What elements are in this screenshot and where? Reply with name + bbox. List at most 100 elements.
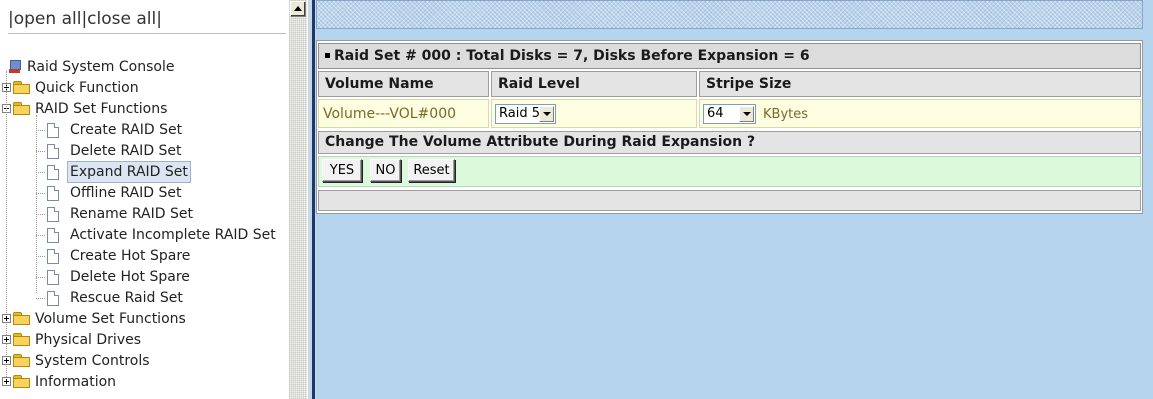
no-button[interactable]: NO — [370, 159, 401, 182]
tree-item-information[interactable]: Information — [0, 372, 280, 392]
col-header-volume-name: Volume Name — [318, 71, 489, 97]
plus-box-icon[interactable] — [2, 335, 11, 344]
tree-line — [36, 277, 45, 278]
tree-item-volume-set-functions[interactable]: Volume Set Functions — [0, 309, 280, 329]
tree-line — [36, 235, 45, 236]
document-icon — [47, 207, 59, 222]
tree-controls: |open all|close all| — [0, 0, 288, 34]
panel-footer — [318, 190, 1141, 211]
tree-item-rename-raid-set[interactable]: Rename RAID Set — [36, 204, 286, 224]
volume-name-value: Volume---VOL#000 — [323, 106, 457, 122]
tree-root-label: Raid System Console — [27, 59, 175, 75]
raid-console-icon — [9, 60, 21, 73]
arrow-up-icon — [294, 6, 302, 11]
document-icon — [47, 228, 59, 243]
frame-splitter[interactable] — [307, 0, 316, 399]
col-header-label: Stripe Size — [706, 76, 792, 92]
col-header-raid-level: Raid Level — [491, 71, 697, 97]
chevron-down-icon[interactable] — [739, 106, 754, 122]
document-icon — [47, 123, 59, 138]
tree-item-label: System Controls — [35, 353, 150, 369]
col-header-label: Volume Name — [325, 76, 434, 92]
stripe-size-unit: KBytes — [763, 107, 809, 122]
reset-button[interactable]: Reset — [408, 159, 455, 182]
tree-item-create-raid-set[interactable]: Create RAID Set — [36, 120, 286, 140]
tree-item-label: Create Hot Spare — [70, 248, 191, 264]
raid-set-title-text: Raid Set # 000 : Total Disks = 7, Disks … — [334, 48, 810, 64]
vertical-scrollbar[interactable] — [289, 0, 307, 399]
stripe-size-value: 64 — [707, 106, 724, 121]
close-all-link[interactable]: close all — [87, 9, 156, 29]
top-banner — [316, 0, 1143, 29]
tree-item-label: Offline RAID Set — [70, 185, 182, 201]
tree-line — [36, 256, 45, 257]
raid-level-cell: Raid 5 — [491, 99, 697, 128]
raid-level-select[interactable]: Raid 5 — [495, 104, 556, 124]
tree-item-label: Information — [35, 374, 117, 390]
raid-set-title: Raid Set # 000 : Total Disks = 7, Disks … — [318, 43, 1141, 69]
tree-item-quick-function[interactable]: Quick Function — [0, 78, 280, 98]
folder-icon — [13, 333, 31, 346]
volume-name-cell: Volume---VOL#000 — [318, 99, 489, 128]
tree-item-raid-set-functions[interactable]: RAID Set Functions — [0, 99, 280, 119]
tree-item-label: Quick Function — [35, 80, 139, 96]
tree-root[interactable]: Raid System Console — [8, 57, 268, 77]
content-frame: Raid Set # 000 : Total Disks = 7, Disks … — [316, 0, 1153, 399]
tree-item-system-controls[interactable]: System Controls — [0, 351, 280, 371]
tree-item-label-selected: Expand RAID Set — [67, 161, 191, 183]
tree-item-label: Activate Incomplete RAID Set — [70, 227, 276, 243]
tree-item-label: RAID Set Functions — [35, 101, 168, 117]
tree-item-rescue-raid-set[interactable]: Rescue Raid Set — [36, 288, 286, 308]
tree-line — [36, 298, 45, 299]
open-all-link[interactable]: open all — [14, 9, 82, 29]
tree-item-label: Rename RAID Set — [70, 206, 193, 222]
tree-line — [36, 193, 45, 194]
col-header-stripe-size: Stripe Size — [699, 71, 1141, 97]
folder-open-icon — [13, 102, 31, 115]
folder-icon — [13, 375, 31, 388]
col-header-label: Raid Level — [498, 76, 580, 92]
tree-item-label: Create RAID Set — [70, 122, 183, 138]
separator: | — [156, 9, 162, 29]
scroll-up-button[interactable] — [290, 1, 306, 17]
plus-box-icon[interactable] — [2, 356, 11, 365]
folder-icon — [13, 312, 31, 325]
raid-level-value: Raid 5 — [499, 106, 540, 121]
tree-item-physical-drives[interactable]: Physical Drives — [0, 330, 280, 350]
document-icon — [47, 186, 59, 201]
bullet-icon — [325, 52, 330, 58]
document-icon — [47, 144, 59, 159]
tree-item-delete-raid-set[interactable]: Delete RAID Set — [36, 141, 286, 161]
tree-item-create-hot-spare[interactable]: Create Hot Spare — [36, 246, 286, 266]
tree-item-delete-hot-spare[interactable]: Delete Hot Spare — [36, 267, 286, 287]
tree-item-label: Delete Hot Spare — [70, 269, 190, 285]
tree-item-label: Volume Set Functions — [35, 311, 186, 327]
tree-item-offline-raid-set[interactable]: Offline RAID Set — [36, 183, 286, 203]
tree-item-label: Delete RAID Set — [70, 143, 182, 159]
folder-icon — [13, 354, 31, 367]
open-close-links: |open all|close all| — [8, 9, 162, 29]
plus-box-icon[interactable] — [2, 377, 11, 386]
navigation-frame: |open all|close all| Raid System Console… — [0, 0, 307, 399]
tree-item-activate-incomplete-raid-set[interactable]: Activate Incomplete RAID Set — [36, 225, 288, 245]
plus-box-icon[interactable] — [2, 314, 11, 323]
document-icon — [47, 249, 59, 264]
tree-item-label: Physical Drives — [35, 332, 142, 348]
document-icon — [47, 270, 59, 285]
tree-line — [36, 151, 45, 152]
divider — [8, 33, 286, 34]
expand-raid-set-panel: Raid Set # 000 : Total Disks = 7, Disks … — [316, 40, 1143, 214]
tree-item-expand-raid-set[interactable]: Expand RAID Set — [36, 161, 286, 183]
stripe-size-cell: 64 KBytes — [699, 99, 1141, 128]
tree-item-label: Rescue Raid Set — [70, 290, 183, 306]
stripe-size-select[interactable]: 64 — [703, 104, 756, 124]
folder-icon — [13, 81, 31, 94]
tree-line — [36, 130, 45, 131]
tree-line — [36, 214, 45, 215]
yes-button[interactable]: YES — [322, 159, 362, 182]
change-attribute-question: Change The Volume Attribute During Raid … — [318, 131, 1141, 154]
document-icon — [47, 165, 59, 180]
chevron-down-icon[interactable] — [539, 106, 554, 122]
action-row: YES NO Reset — [318, 156, 1141, 187]
tree-line — [36, 172, 45, 173]
